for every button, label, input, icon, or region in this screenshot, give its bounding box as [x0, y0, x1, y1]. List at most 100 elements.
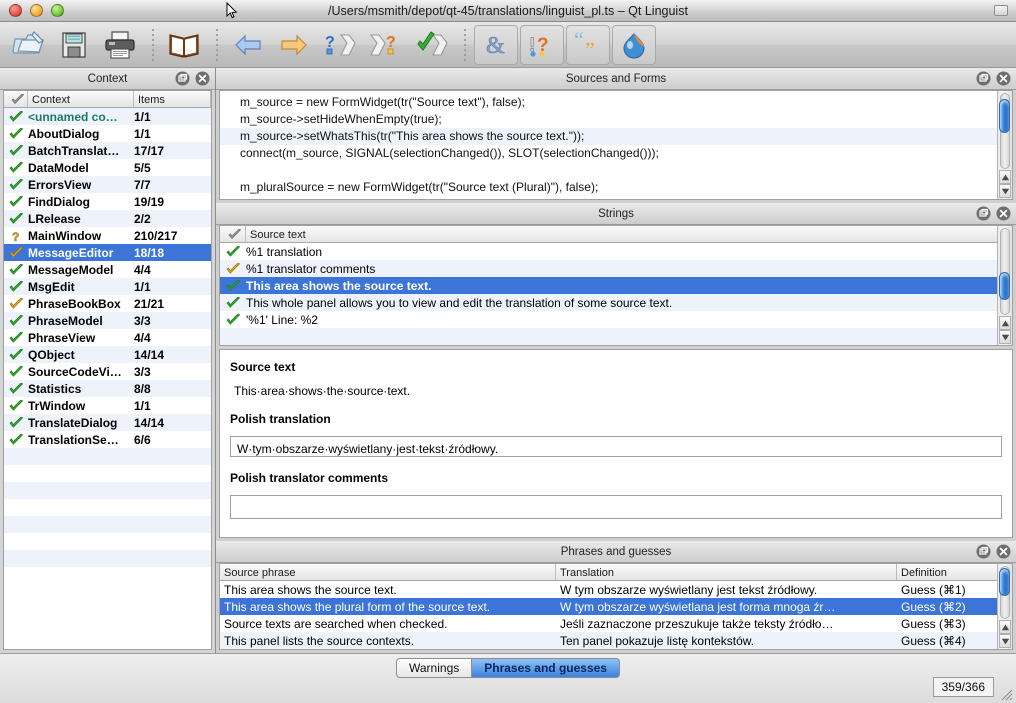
float-icon[interactable] — [976, 544, 991, 559]
bottom-tab-phrases-and-guesses[interactable]: Phrases and guesses — [472, 658, 620, 678]
context-list-item[interactable]: TranslationSe…6/6 — [4, 431, 211, 448]
context-list-item-count: 3/3 — [134, 314, 211, 328]
prev-unfinished-icon[interactable]: ? — [318, 25, 362, 65]
strings-list-item[interactable]: This whole panel allows you to view and … — [220, 294, 997, 311]
phrases-vertical-scrollbar[interactable] — [997, 564, 1012, 649]
prev-icon[interactable] — [226, 25, 270, 65]
punctuation-validation-icon[interactable]: ! ? — [520, 25, 564, 65]
sources-vertical-scrollbar[interactable] — [997, 91, 1012, 199]
context-list-item[interactable]: FindDialog19/19 — [4, 193, 211, 210]
strings-list[interactable]: %1 translation%1 translator commentsThis… — [220, 243, 997, 345]
context-list-item[interactable]: QObject14/14 — [4, 346, 211, 363]
phrases-source-column-header[interactable]: Source phrase — [220, 564, 556, 580]
strings-source-column-header[interactable]: Source text — [246, 226, 997, 242]
next-unfinished-icon[interactable]: ? — [364, 25, 408, 65]
context-list-item[interactable]: TrWindow1/1 — [4, 397, 211, 414]
float-icon[interactable] — [175, 71, 190, 86]
context-list-item[interactable]: MsgEdit1/1 — [4, 278, 211, 295]
translation-input[interactable]: W·tym·obszarze·wyświetlany·jest·tekst·źr… — [230, 436, 1002, 457]
strings-list-item[interactable]: %1 translator comments — [220, 260, 997, 277]
context-list-frame: Context Items <unnamed co…1/1AboutDialog… — [3, 90, 212, 650]
context-list-item[interactable]: MessageEditor18/18 — [4, 244, 211, 261]
translator-comments-input[interactable] — [230, 495, 1002, 519]
phrase-match-validation-icon[interactable]: “ ” — [566, 25, 610, 65]
context-list-item[interactable]: ?MainWindow210/217 — [4, 227, 211, 244]
strings-list-header: Source text — [220, 226, 997, 243]
phrases-list[interactable]: This area shows the source text.W tym ob… — [220, 581, 997, 649]
check-icon — [4, 128, 28, 140]
phrases-definition-column-header[interactable]: Definition — [897, 564, 997, 580]
collapse-toolbar-button[interactable] — [994, 5, 1008, 16]
context-list-item[interactable]: BatchTranslat…17/17 — [4, 142, 211, 159]
message-editor-body: Source text This·area·shows·the·source·t… — [219, 349, 1013, 538]
context-list-item[interactable]: PhraseView4/4 — [4, 329, 211, 346]
check-icon — [4, 332, 28, 344]
context-list-item[interactable]: PhraseModel3/3 — [4, 312, 211, 329]
context-list-item-count: 6/6 — [134, 433, 211, 447]
scroll-up-arrow-icon[interactable] — [999, 316, 1011, 330]
phrases-list-item[interactable]: This panel lists the source contexts.Ten… — [220, 632, 997, 649]
context-list-item-count: 3/3 — [134, 365, 211, 379]
scroll-down-arrow-icon[interactable] — [999, 330, 1011, 344]
phrases-list-item[interactable]: This area shows the plural form of the s… — [220, 598, 997, 615]
phrases-definition-cell: Guess (⌘2) — [897, 600, 997, 614]
context-name-column-header[interactable]: Context — [28, 91, 134, 107]
status-badge: 359/366 — [933, 677, 994, 697]
open-icon[interactable] — [6, 25, 50, 65]
float-icon[interactable] — [976, 71, 991, 86]
strings-list-item[interactable]: This area shows the source text. — [220, 277, 997, 294]
resize-grip-icon[interactable] — [999, 687, 1013, 701]
context-list[interactable]: <unnamed co…1/1AboutDialog1/1BatchTransl… — [4, 108, 211, 567]
main-toolbar: ? ? & ! ? “ ” — [0, 22, 1016, 68]
context-status-column-header[interactable] — [4, 91, 28, 107]
context-list-item[interactable]: ErrorsView7/7 — [4, 176, 211, 193]
close-icon[interactable] — [195, 71, 210, 86]
context-list-item[interactable]: AboutDialog1/1 — [4, 125, 211, 142]
scrollbar-thumb[interactable] — [999, 99, 1010, 133]
scrollbar-thumb[interactable] — [999, 568, 1010, 596]
close-icon[interactable] — [996, 544, 1011, 559]
scroll-up-arrow-icon[interactable] — [999, 620, 1011, 634]
bottom-tab-warnings[interactable]: Warnings — [396, 658, 472, 678]
svg-text:”: ” — [585, 37, 595, 59]
accelerator-validation-icon[interactable]: & — [474, 25, 518, 65]
context-list-item[interactable]: Statistics8/8 — [4, 380, 211, 397]
context-list-item[interactable]: <unnamed co…1/1 — [4, 108, 211, 125]
scroll-down-arrow-icon[interactable] — [999, 634, 1011, 648]
source-code-view[interactable]: m_source = new FormWidget(tr("Source tex… — [220, 91, 997, 199]
zoom-window-button[interactable] — [51, 4, 64, 17]
place-marker-validation-icon[interactable] — [612, 25, 656, 65]
scroll-up-arrow-icon[interactable] — [999, 170, 1011, 184]
context-list-item[interactable]: TranslateDialog14/14 — [4, 414, 211, 431]
phrases-list-item[interactable]: This area shows the source text.W tym ob… — [220, 581, 997, 598]
minimize-window-button[interactable] — [30, 4, 43, 17]
context-list-item-count: 4/4 — [134, 331, 211, 345]
strings-vertical-scrollbar[interactable] — [997, 226, 1012, 345]
strings-list-item[interactable]: %1 translation — [220, 243, 997, 260]
scroll-down-arrow-icon[interactable] — [999, 184, 1011, 198]
phrases-list-item[interactable]: Source texts are searched when checked.J… — [220, 615, 997, 632]
done-and-next-icon[interactable] — [410, 25, 454, 65]
strings-list-item[interactable]: '%1' Line: %2 — [220, 311, 997, 328]
close-icon[interactable] — [996, 71, 1011, 86]
print-icon[interactable] — [98, 25, 142, 65]
phrases-translation-column-header[interactable]: Translation — [556, 564, 897, 580]
save-icon[interactable] — [52, 25, 96, 65]
next-icon[interactable] — [272, 25, 316, 65]
context-list-item[interactable]: PhraseBookBox21/21 — [4, 295, 211, 312]
context-items-column-header[interactable]: Items — [134, 91, 211, 107]
close-window-button[interactable] — [9, 4, 22, 17]
check-icon — [220, 263, 246, 275]
context-list-item[interactable]: LRelease2/2 — [4, 210, 211, 227]
context-list-empty-row — [4, 516, 211, 533]
context-list-item[interactable]: MessageModel4/4 — [4, 261, 211, 278]
source-code-line: m_source->setHideWhenEmpty(true); — [220, 111, 997, 128]
window-titlebar: /Users/msmith/depot/qt-45/translations/l… — [0, 0, 1016, 22]
open-phrasebook-icon[interactable] — [162, 25, 206, 65]
context-list-item[interactable]: SourceCodeVi…3/3 — [4, 363, 211, 380]
scrollbar-thumb[interactable] — [999, 272, 1010, 300]
float-icon[interactable] — [976, 206, 991, 221]
strings-status-column-header[interactable] — [220, 226, 246, 242]
context-list-item[interactable]: DataModel5/5 — [4, 159, 211, 176]
close-icon[interactable] — [996, 206, 1011, 221]
